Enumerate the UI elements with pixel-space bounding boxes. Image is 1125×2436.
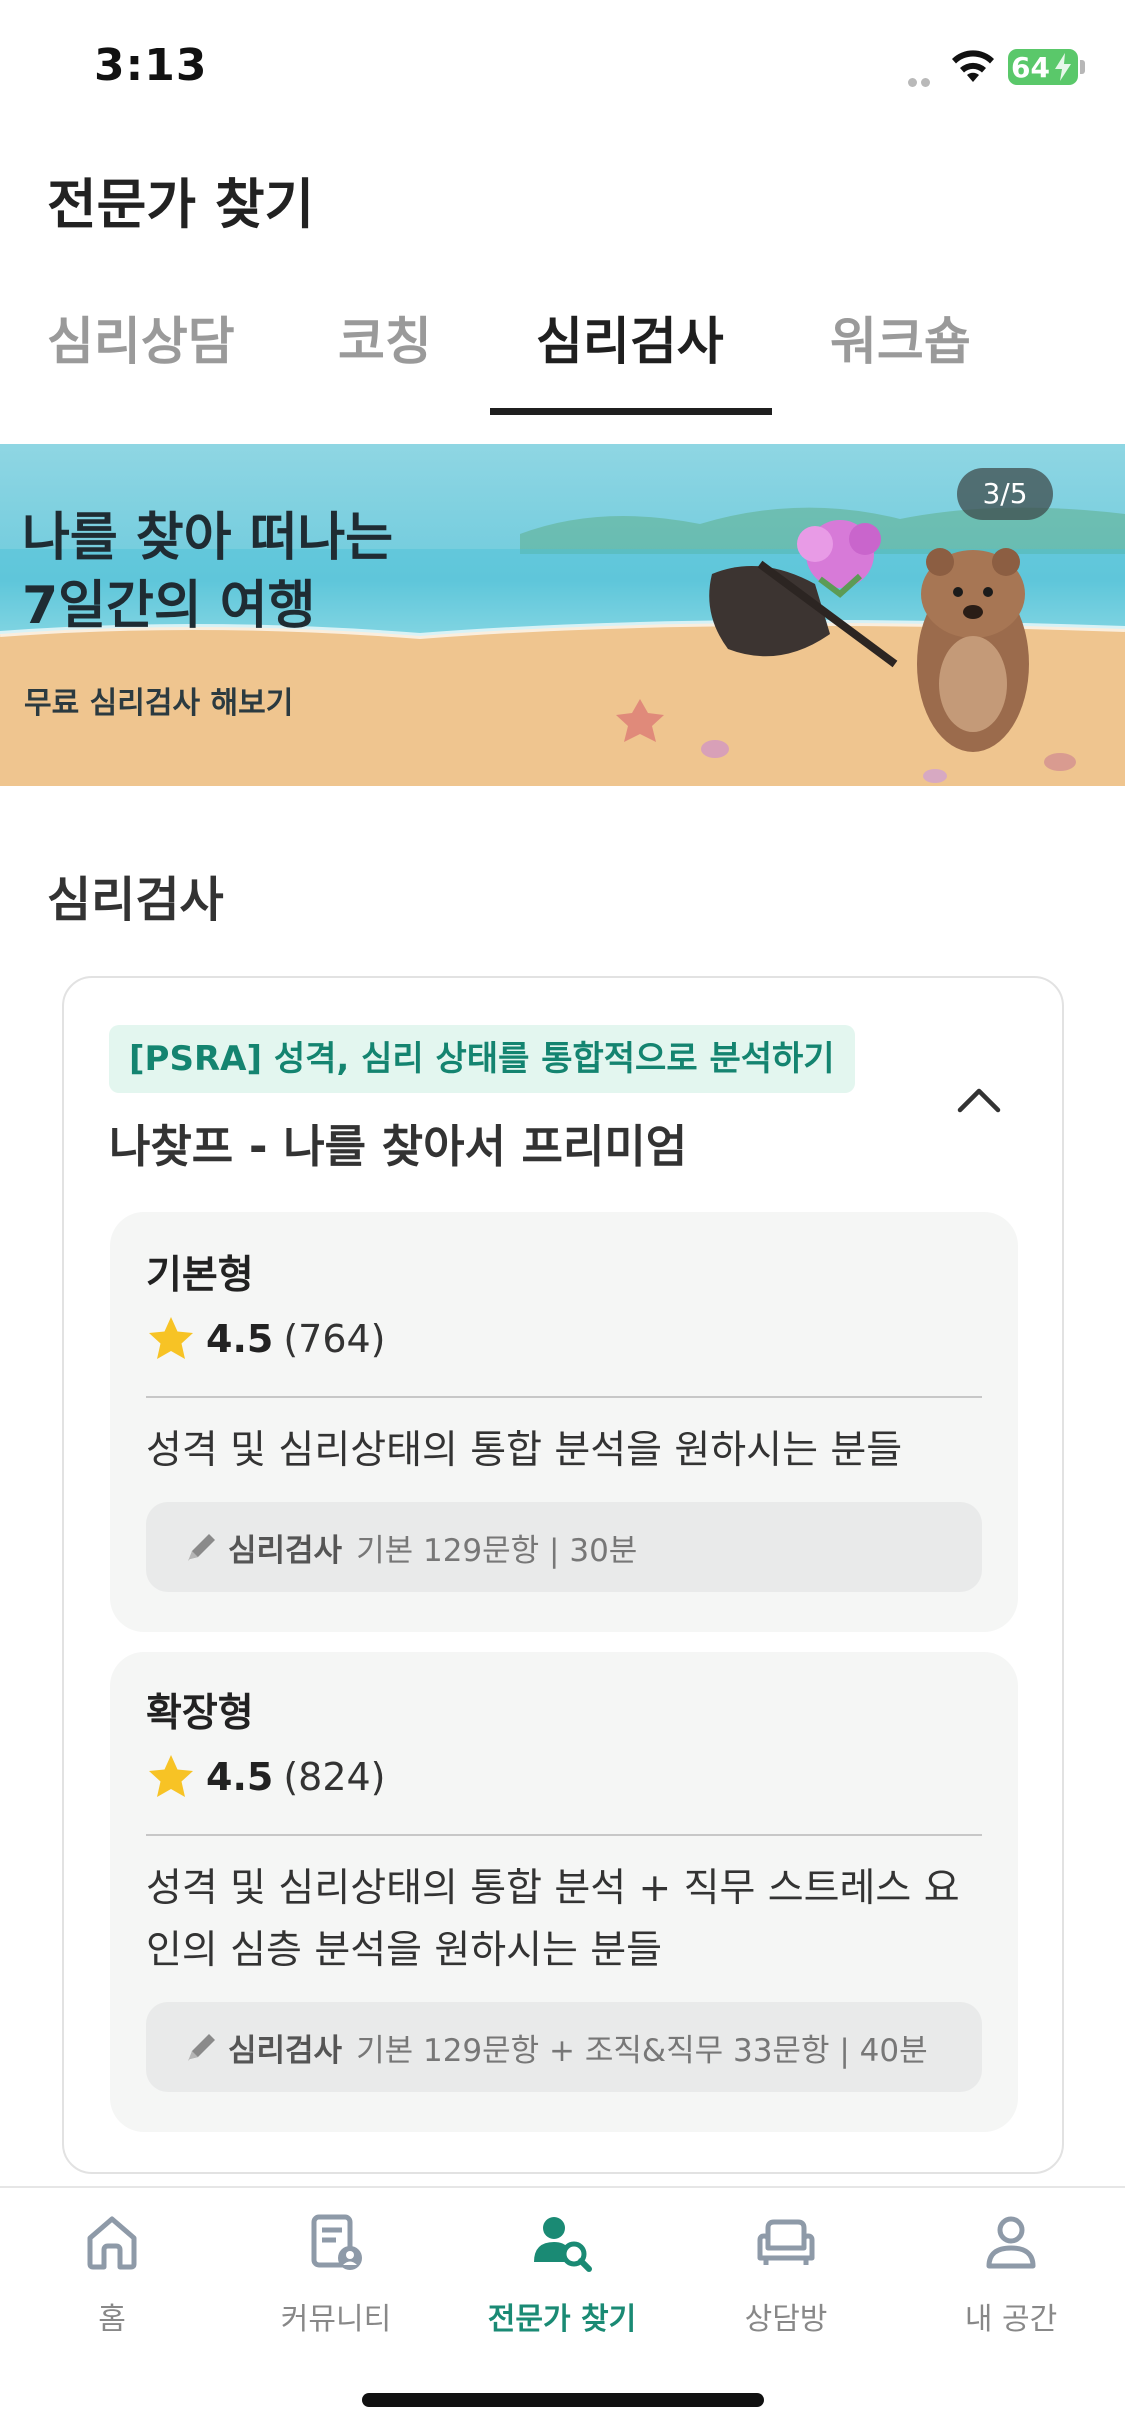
option-basic[interactable]: 기본형 4.5 (764) 성격 및 심리상태의 통합 분석을 원하시는 분들 … — [110, 1212, 1018, 1632]
page-title: 전문가 찾기 — [47, 173, 315, 236]
nav-label: 내 공간 — [964, 2302, 1058, 2337]
category-tabs: 심리상담 코칭 심리검사 워크숍 — [0, 290, 1125, 416]
banner-title-line1: 나를 찾아 떠나는 — [22, 508, 394, 568]
wifi-icon — [952, 50, 994, 82]
status-time: 3:13 — [94, 40, 208, 91]
chevron-up-icon[interactable] — [954, 1082, 1004, 1116]
star-icon — [149, 1755, 193, 1797]
battery-level: 64 — [1011, 51, 1050, 84]
sofa-icon — [757, 2219, 815, 2265]
info-detail: 기본 129문항 | 30분 — [356, 1532, 638, 1569]
nav-home[interactable]: 홈 — [12, 2210, 212, 2338]
nav-community[interactable]: 커뮤니티 — [236, 2210, 436, 2338]
active-tab-indicator — [490, 408, 772, 415]
divider — [146, 1834, 982, 1836]
tab-counseling[interactable]: 심리상담 — [47, 300, 235, 374]
nav-label: 전문가 찾기 — [487, 2302, 637, 2337]
home-indicator[interactable] — [362, 2393, 764, 2407]
tab-workshop[interactable]: 워크숍 — [830, 300, 971, 374]
rating-value: 4.5 — [206, 1755, 274, 1799]
battery-tip — [1080, 60, 1085, 74]
home-icon — [87, 2216, 137, 2270]
info-detail: 기본 129문항 + 조직&직무 33문항 | 40분 — [356, 2032, 928, 2069]
review-count: (824) — [283, 1755, 386, 1799]
nav-counsel-room[interactable]: 상담방 — [686, 2210, 886, 2338]
option-description-line2: 인의 심층 분석을 원하시는 분들 — [146, 1928, 663, 1973]
option-description: 성격 및 심리상태의 통합 분석 + 직무 스트레스 요 인의 심층 분석을 원… — [146, 1858, 982, 1982]
product-card: [PSRA] 성격, 심리 상태를 통합적으로 분석하기 나찾프 - 나를 찾아… — [62, 976, 1064, 2174]
option-description: 성격 및 심리상태의 통합 분석을 원하시는 분들 — [146, 1428, 903, 1473]
nav-label: 커뮤니티 — [280, 2302, 392, 2337]
community-icon — [311, 2214, 362, 2270]
expert-search-icon — [534, 2217, 592, 2272]
nav-label: 홈 — [98, 2302, 126, 2337]
option-name: 기본형 — [146, 1253, 254, 1298]
nav-my-space[interactable]: 내 공간 — [911, 2210, 1111, 2338]
option-name: 확장형 — [146, 1691, 254, 1736]
divider — [146, 1396, 982, 1398]
tab-coaching[interactable]: 코칭 — [338, 300, 432, 374]
test-info-box: 심리검사 기본 129문항 + 조직&직무 33문항 | 40분 — [146, 2002, 982, 2092]
promo-banner[interactable]: 나를 찾아 떠나는 7일간의 여행 무료 심리검사 해보기 3/5 — [0, 444, 1125, 786]
banner-page-counter: 3/5 — [957, 468, 1053, 520]
review-count: (764) — [283, 1317, 386, 1361]
info-label: 심리검사 — [228, 1532, 343, 1569]
charging-bolt-icon — [1055, 53, 1071, 81]
test-info-box: 심리검사 기본 129문항 | 30분 — [146, 1502, 982, 1592]
info-label: 심리검사 — [228, 2032, 343, 2069]
section-title: 심리검사 — [47, 872, 224, 928]
person-icon — [986, 2216, 1036, 2269]
star-icon — [149, 1317, 193, 1359]
option-extended[interactable]: 확장형 4.5 (824) 성격 및 심리상태의 통합 분석 + 직무 스트레스… — [110, 1652, 1018, 2132]
banner-title-line2: 7일간의 여행 — [22, 576, 316, 636]
rating-value: 4.5 — [206, 1317, 274, 1361]
product-tag: [PSRA] 성격, 심리 상태를 통합적으로 분석하기 — [109, 1025, 855, 1093]
nav-find-expert[interactable]: 전문가 찾기 — [462, 2210, 662, 2338]
status-bar: 3:13 64 — [0, 0, 1125, 135]
signal-dots-icon — [908, 72, 934, 87]
option-description-line1: 성격 및 심리상태의 통합 분석 + 직무 스트레스 요 — [146, 1866, 960, 1911]
banner-subtitle: 무료 심리검사 해보기 — [24, 686, 294, 721]
nav-label: 상담방 — [744, 2302, 828, 2337]
pencil-icon — [188, 1534, 215, 1561]
banner-title: 나를 찾아 떠나는 7일간의 여행 — [22, 504, 393, 640]
rating: 4.5 (824) — [146, 1752, 386, 1802]
pencil-icon — [188, 2034, 215, 2061]
tab-psych-test[interactable]: 심리검사 — [536, 300, 724, 374]
product-title: 나찾프 - 나를 찾아서 프리미엄 — [109, 1120, 688, 1173]
rating: 4.5 (764) — [146, 1314, 386, 1364]
